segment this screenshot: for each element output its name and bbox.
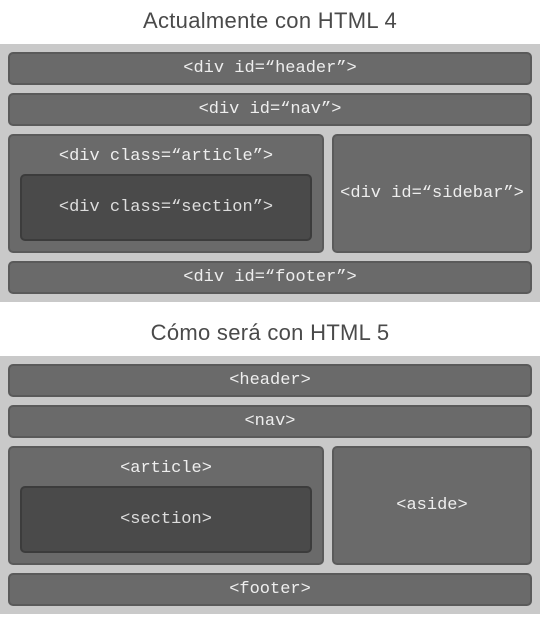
html5-nav-box: <nav> <box>8 405 532 438</box>
html5-article-box: <article> <section> <box>8 446 324 565</box>
html4-title: Actualmente con HTML 4 <box>0 0 540 44</box>
html4-sidebar-box: <div id=“sidebar”> <box>332 134 532 253</box>
html4-nav-box: <div id=“nav”> <box>8 93 532 126</box>
html5-article-label: <article> <box>20 456 312 486</box>
html4-header-box: <div id=“header”> <box>8 52 532 85</box>
html4-mid-row: <div class=“article”> <div class=“sectio… <box>8 134 532 253</box>
html5-section-box: <section> <box>20 486 312 553</box>
html5-aside-box: <aside> <box>332 446 532 565</box>
html5-title: Cómo será con HTML 5 <box>0 312 540 356</box>
html5-diagram: <header> <nav> <article> <section> <asid… <box>0 356 540 614</box>
html5-header-box: <header> <box>8 364 532 397</box>
html4-diagram: <div id=“header”> <div id=“nav”> <div cl… <box>0 44 540 302</box>
html5-footer-box: <footer> <box>8 573 532 606</box>
html4-article-box: <div class=“article”> <div class=“sectio… <box>8 134 324 253</box>
html4-section-box: <div class=“section”> <box>20 174 312 241</box>
html5-mid-row: <article> <section> <aside> <box>8 446 532 565</box>
html4-footer-box: <div id=“footer”> <box>8 261 532 294</box>
html4-article-label: <div class=“article”> <box>20 144 312 174</box>
